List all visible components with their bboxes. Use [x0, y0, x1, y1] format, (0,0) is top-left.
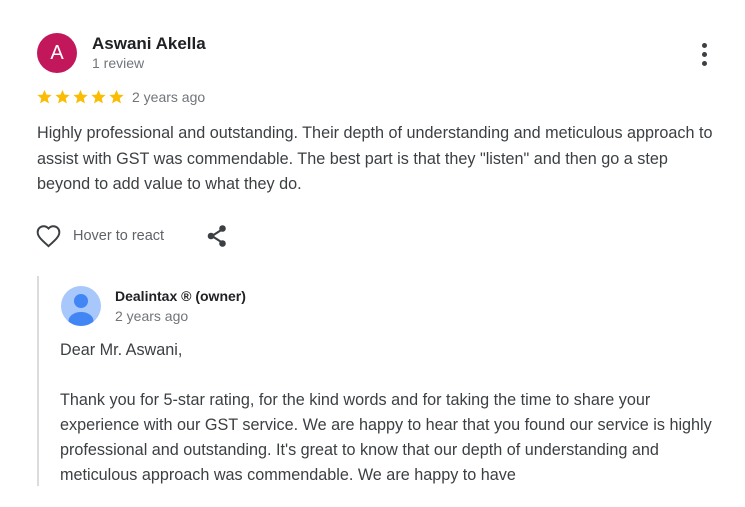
share-icon — [207, 225, 226, 247]
owner-reply: Dealintax ® (owner) 2 years ago Dear Mr.… — [37, 276, 729, 486]
more-vert-icon-dot — [701, 51, 707, 57]
owner-reply-text: Dear Mr. Aswani, Thank you for 5-star ra… — [60, 338, 720, 488]
more-options-button[interactable] — [692, 38, 716, 70]
review-text: Highly professional and outstanding. The… — [37, 124, 713, 193]
review-card: A Aswani Akella 1 review 2 years ago Hig… — [0, 0, 745, 507]
review-date: 2 years ago — [132, 89, 206, 105]
heart-outline-icon — [36, 225, 61, 248]
react-button[interactable]: Hover to react — [35, 222, 164, 250]
owner-reply-date: 2 years ago — [115, 308, 189, 324]
reviewer-name[interactable]: Aswani Akella — [92, 34, 206, 54]
star-rating — [36, 87, 125, 107]
star-icon — [91, 89, 106, 104]
star-icon — [109, 89, 124, 104]
reviewer-review-count: 1 review — [92, 55, 145, 71]
person-icon — [68, 294, 94, 326]
owner-reply-greeting: Dear Mr. Aswani, — [60, 341, 183, 359]
star-icon — [73, 89, 88, 104]
react-label: Hover to react — [73, 228, 165, 244]
more-vert-icon — [701, 42, 707, 48]
share-button[interactable] — [205, 223, 229, 249]
star-icon — [55, 89, 70, 104]
owner-avatar[interactable] — [61, 286, 101, 326]
owner-reply-body: Thank you for 5-star rating, for the kin… — [60, 391, 712, 484]
more-vert-icon-dot — [701, 60, 707, 66]
star-icon — [37, 89, 52, 104]
owner-name[interactable]: Dealintax ® (owner) — [115, 288, 246, 304]
reviewer-avatar[interactable]: A — [37, 33, 77, 73]
